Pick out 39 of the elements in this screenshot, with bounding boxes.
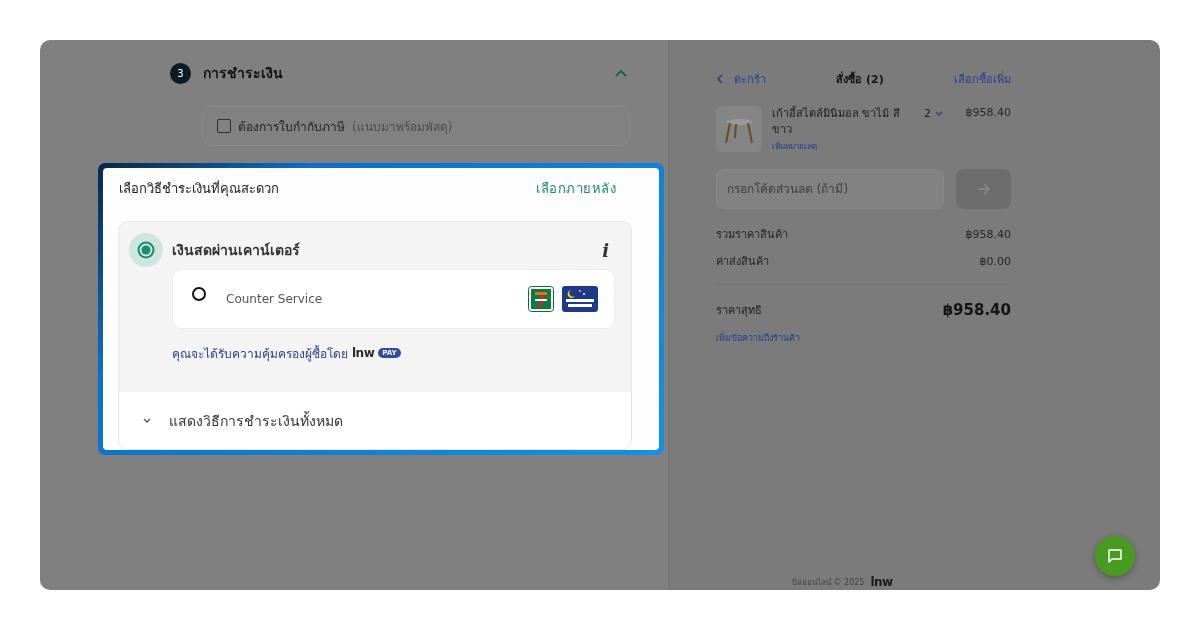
store-logo — [528, 286, 554, 312]
total-value: ฿958.40 — [942, 301, 1011, 319]
product-name: เก้าอี้สไตล์มินิมอล ขาไม้ สีขาว — [772, 107, 900, 136]
chat-icon — [1107, 548, 1123, 564]
total-label: ราคาสุทธิ — [716, 303, 762, 319]
buyer-protection-text: คุณจะได้รับความคุ้มครองผู้ซื้อโดย — [172, 344, 348, 363]
summary-label: ค่าส่งสินค้า — [716, 254, 769, 270]
brand-logo: lnw — [352, 346, 375, 360]
caret-icon — [935, 109, 943, 117]
moon-logo — [562, 286, 598, 312]
option-label: Counter Service — [226, 292, 324, 306]
shop-more-link[interactable]: เลือกซื้อเพิ่ม — [954, 70, 1011, 88]
method-label: เงินสดผ่านเคาน์เตอร์ — [172, 241, 301, 260]
summary-value: ฿958.40 — [965, 227, 1011, 241]
radio-icon — [137, 241, 155, 259]
choose-later-link[interactable]: เลือกภายหลัง — [536, 177, 616, 199]
chevron-down-icon — [143, 417, 151, 424]
message-link[interactable]: เพิ่มข้อความถึงร้านค้า — [716, 331, 800, 345]
payment-option-card[interactable]: Counter Service — [172, 269, 615, 329]
summary-value: ฿0.00 — [979, 254, 1011, 268]
summary-label: รวมราคาสินค้า — [716, 227, 788, 243]
back-link[interactable]: ตะกร้า — [716, 70, 766, 88]
coupon-field[interactable]: กรอกโค้ดส่วนลด (ถ้ามี) — [716, 169, 944, 209]
checkbox[interactable] — [217, 119, 231, 133]
product-price: ฿958.40 — [965, 106, 1011, 121]
brand-logo: lnw — [870, 575, 893, 589]
order-title: สั่งซื้อ (2) — [836, 70, 884, 88]
step-title: การชำระเงิน — [203, 64, 284, 83]
step-number: 3 — [170, 62, 191, 84]
radio-button[interactable] — [192, 287, 206, 301]
chevron-left-icon — [716, 74, 724, 84]
show-all-button[interactable]: แสดงวิธีการชำระเงินทั้งหมด — [119, 392, 631, 449]
checkbox-label: ต้องการใบกำกับภาษี — [238, 118, 345, 136]
add-note-link[interactable]: เพิ่มหมายเหตุ — [772, 139, 900, 155]
radio-button[interactable] — [129, 233, 163, 267]
info-icon[interactable]: i — [602, 239, 615, 261]
dialog-title: เลือกวิธีชำระเงินที่คุณสะดวก — [119, 179, 279, 199]
quantity-select[interactable]: 2 — [924, 106, 943, 120]
arrow-right-icon — [977, 183, 990, 195]
